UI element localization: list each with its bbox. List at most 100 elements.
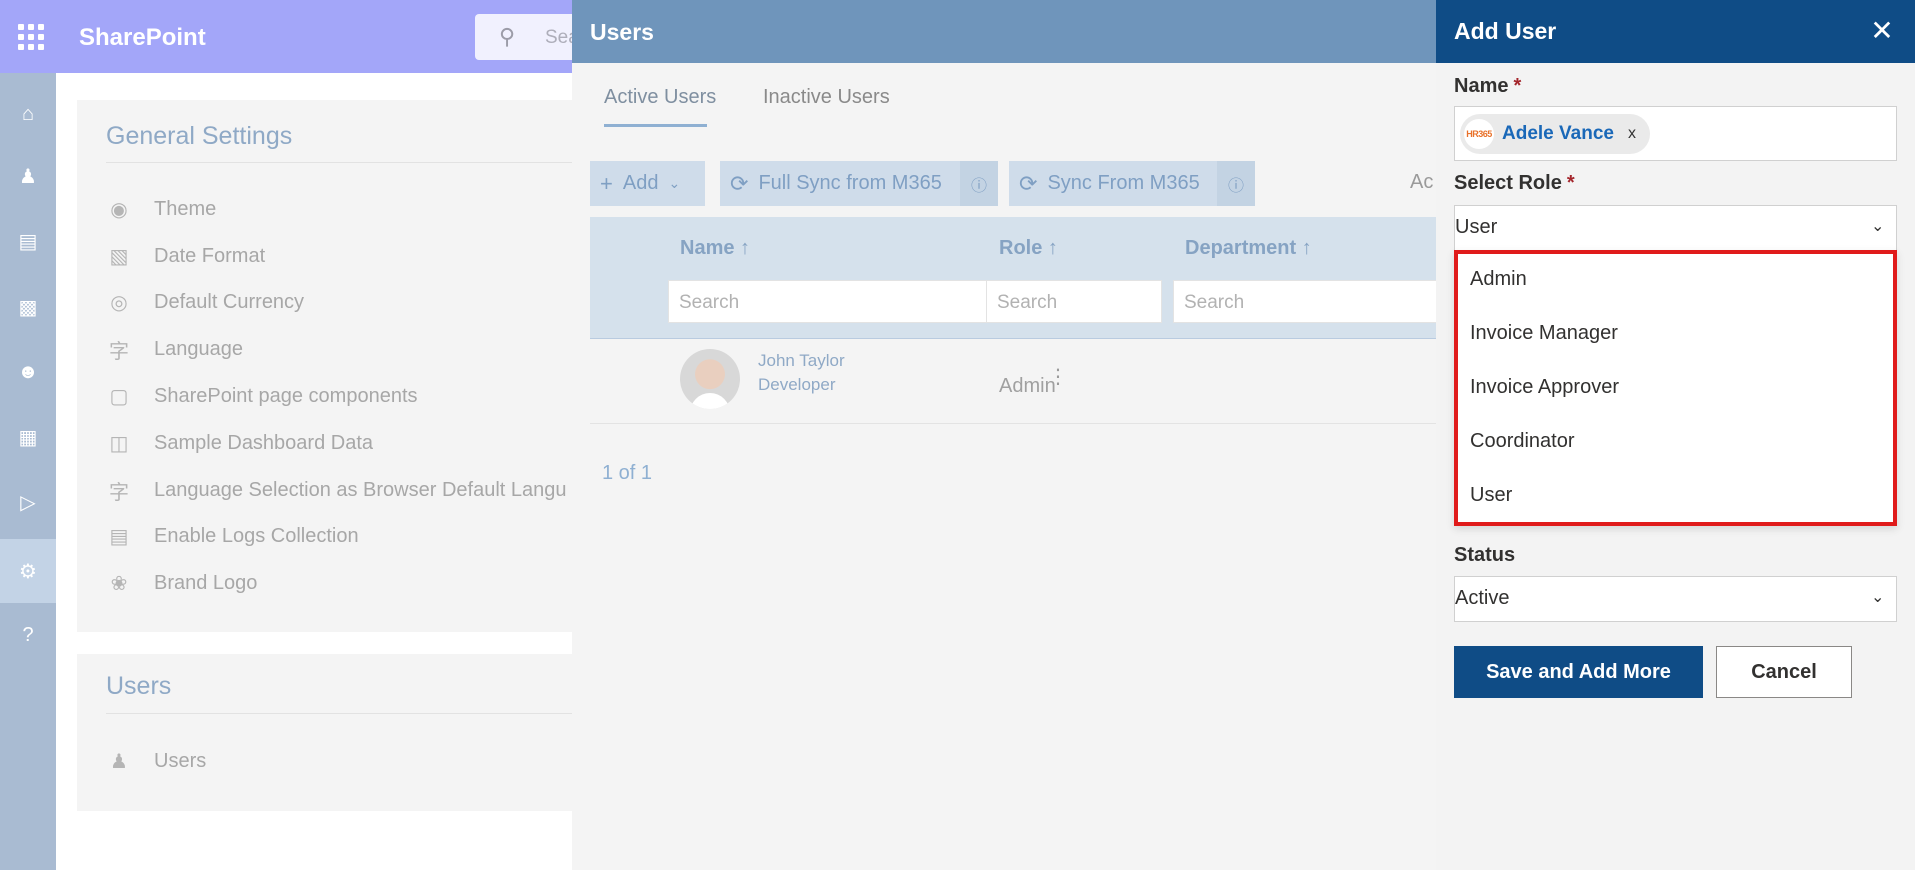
palette-icon: ◉ [110,198,128,221]
settings-item-label: Sample Dashboard Data [154,431,374,454]
users-grid-header: Name ↑ Role ↑ Department ↑ Search Search… [590,217,1437,339]
people-icon[interactable]: ♟ [0,148,56,204]
language-icon: 字 [109,340,129,363]
settings-item-default-currency[interactable]: ◎ Default Currency [106,287,304,317]
department-search-input[interactable]: Search [1173,280,1437,323]
column-header-department[interactable]: Department ↑ [1185,237,1312,260]
users-panel-header: Users [572,0,1437,63]
page-icon: ▢ [109,385,129,408]
chevron-down-icon: ⌄ [1871,218,1885,235]
active-tab-indicator [604,124,707,127]
role-field-label: Select Role * [1454,172,1575,195]
settings-item-users[interactable]: ♟ Users [106,746,206,776]
column-header-role[interactable]: Role ↑ [999,237,1058,260]
users-settings-card: Users ♟ Users [77,654,597,811]
role-option-coordinator[interactable]: Coordinator [1470,430,1575,453]
add-user-panel: Add User ✕ Name * HR365 Adele Vance x Sel… [1436,0,1915,870]
divider [106,713,586,714]
add-user-button[interactable]: + Add ⌄ [590,161,705,206]
user-name[interactable]: John Taylor [758,351,845,371]
dashboard-icon: ◫ [109,432,129,455]
settings-item-logs[interactable]: ▤ Enable Logs Collection [106,521,359,551]
users-panel: Users Active Users Inactive Users + Add … [572,0,1437,870]
status-dropdown-value: Active [1455,587,1510,609]
settings-item-language[interactable]: 字 Language [106,334,243,364]
home-icon[interactable]: ⌂ [0,86,56,142]
play-icon[interactable]: ▷ [0,474,56,530]
people-picker[interactable]: HR365 Adele Vance x [1454,106,1897,161]
chart-icon[interactable]: ▤ [0,213,56,269]
sync-button[interactable]: ⟳ Sync From M365 [1009,161,1217,206]
chevron-down-icon: ⌄ [1871,589,1885,606]
name-field-label: Name * [1454,75,1521,98]
add-button-label: Add [622,172,659,194]
user-job-title: Developer [758,375,836,394]
divider [106,162,586,163]
sync-icon: ⟳ [1019,170,1038,196]
logs-icon: ▤ [109,525,129,548]
app-launcher-icon[interactable] [18,24,44,50]
add-user-title: Add User [1454,18,1557,44]
full-sync-button[interactable]: ⟳ Full Sync from M365 [720,161,960,206]
settings-item-label: Language [154,337,243,360]
selected-person-chip[interactable]: HR365 Adele Vance x [1460,114,1650,154]
bar-chart-icon[interactable]: ▩ [0,279,56,335]
avatar [680,349,740,409]
sync-info-icon[interactable]: ⓘ [1217,161,1255,206]
remove-person-button[interactable]: x [1628,125,1636,143]
settings-item-label: Language Selection as Browser Default La… [154,478,567,501]
plus-icon: + [600,170,613,196]
settings-item-brand-logo[interactable]: ❀ Brand Logo [106,568,258,598]
required-marker: * [1566,172,1575,194]
settings-item-label: Default Currency [154,290,305,313]
role-dropdown-value: User [1455,216,1498,238]
user-role: Admin [999,375,1056,397]
role-option-invoice-approver[interactable]: Invoice Approver [1470,376,1619,399]
name-label-text: Name [1454,75,1509,97]
settings-item-browser-language[interactable]: 字 Language Selection as Browser Default … [106,475,567,505]
tab-active-users[interactable]: Active Users [604,86,716,109]
settings-item-label: SharePoint page components [154,384,418,407]
general-settings-title: General Settings [106,122,293,150]
language-icon: 字 [109,481,129,504]
settings-item-date-format[interactable]: ▧ Date Format [106,241,266,271]
people-icon: ♟ [110,750,128,773]
selected-person-name: Adele Vance [1502,123,1614,144]
toolbar-overflow-label[interactable]: Ac [1410,171,1433,194]
column-header-name[interactable]: Name ↑ [680,237,750,260]
table-row[interactable]: John Taylor Developer ⋮ Admin [590,340,1437,424]
save-and-add-more-button[interactable]: Save and Add More [1454,646,1703,698]
settings-item-page-components[interactable]: ▢ SharePoint page components [106,381,418,411]
users-section-title: Users [106,672,172,700]
role-label-text: Select Role [1454,172,1562,194]
required-marker: * [1513,75,1522,97]
search-icon: ⚲ [499,24,516,49]
chevron-down-icon: ⌄ [668,175,681,191]
settings-item-label: Date Format [154,244,266,267]
document-icon[interactable]: ▦ [0,409,56,465]
role-option-user[interactable]: User [1470,484,1512,507]
sync-icon: ⟳ [730,170,749,196]
full-sync-info-icon[interactable]: ⓘ [960,161,998,206]
add-user-header: Add User ✕ [1436,0,1915,63]
left-nav-rail: ⌂ ♟ ▤ ▩ ☻ ▦ ▷ ⚙ ? [0,73,56,870]
close-icon[interactable]: ✕ [1867,16,1897,46]
tab-inactive-users[interactable]: Inactive Users [763,86,890,109]
gear-icon[interactable]: ⚙ [0,539,56,603]
cancel-button[interactable]: Cancel [1716,646,1852,698]
settings-item-sample-dashboard[interactable]: ◫ Sample Dashboard Data [106,428,373,458]
settings-item-label: Users [154,749,207,772]
role-search-input[interactable]: Search [986,280,1162,323]
app-title[interactable]: SharePoint [79,24,206,52]
settings-item-theme[interactable]: ◉ Theme [106,194,216,224]
settings-item-label: Brand Logo [154,571,258,594]
pagination-info: 1 of 1 [602,462,653,484]
role-dropdown[interactable]: User ⌄ [1454,205,1897,251]
status-dropdown[interactable]: Active ⌄ [1454,576,1897,622]
users-panel-title: Users [590,19,654,45]
role-option-admin[interactable]: Admin [1470,268,1527,291]
user-settings-icon[interactable]: ☻ [0,344,56,400]
role-option-invoice-manager[interactable]: Invoice Manager [1470,322,1618,345]
help-icon[interactable]: ? [0,607,56,663]
currency-icon: ◎ [110,291,128,314]
